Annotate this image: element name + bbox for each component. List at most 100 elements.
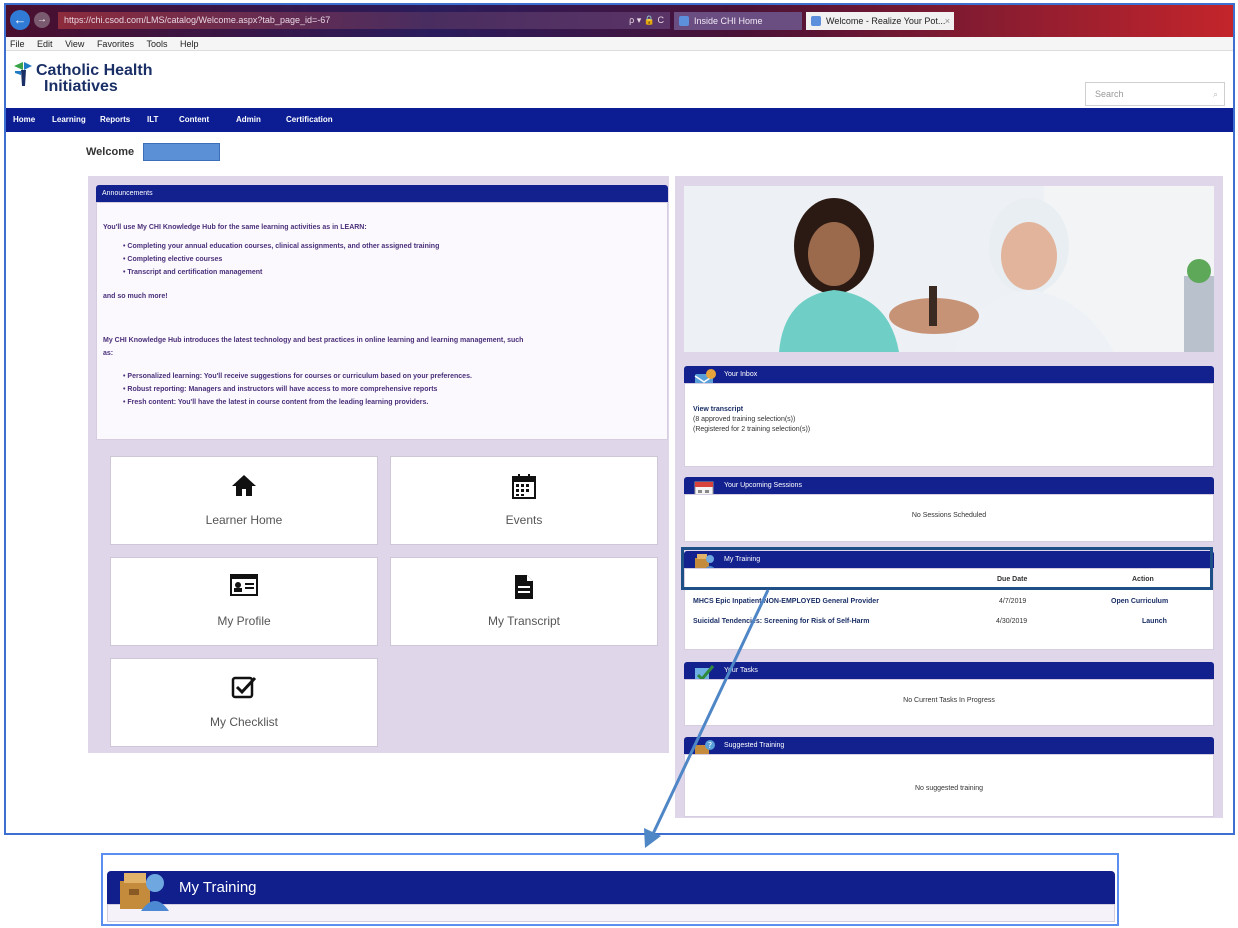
upcoming-sessions-body: No Sessions Scheduled [684,494,1214,542]
tab-favicon-icon [811,16,821,26]
home-icon [111,473,377,501]
tab-close-icon[interactable]: × [945,12,950,30]
list-item-text: Completing elective courses [127,256,223,263]
inbox-body: View transcript (8 approved training sel… [684,383,1214,467]
zoomed-callout: My Training [101,853,1119,926]
nav-home[interactable]: Home [13,108,35,132]
tile-my-checklist[interactable]: My Checklist [110,658,378,747]
svg-text:?: ? [708,741,712,750]
no-tasks-message: No Current Tasks In Progress [903,697,995,704]
tile-label: Events [505,513,543,527]
open-curriculum-link[interactable]: Open Curriculum [1111,598,1168,605]
address-url: https://chi.csod.com/LMS/catalog/Welcome… [64,15,331,25]
tile-my-profile[interactable]: My Profile [110,557,378,646]
tile-label: My Transcript [487,614,560,628]
menu-favorites[interactable]: Favorites [97,39,134,49]
launch-link[interactable]: Launch [1142,618,1167,625]
calendar-icon [391,473,657,501]
announcement-list-item: • Completing your annual education cours… [123,243,440,250]
training-title-link[interactable]: Suicidal Tendencies: Screening for Risk … [693,618,869,625]
logo-line-1: Catholic Health [36,62,153,79]
chi-logo-icon[interactable] [12,60,34,88]
nav-content[interactable]: Content [179,108,209,132]
inbox-registered: (Registered for 2 training selection(s)) [693,426,811,433]
announcement-more: and so much more! [103,293,168,300]
menu-file[interactable]: File [10,39,25,49]
site-logo[interactable]: Catholic Health Initiatives [36,63,152,95]
tile-label: My Profile [217,614,271,628]
browser-menubar: File Edit View Favorites Tools Help [6,37,1233,51]
list-item-text: Transcript and certification management [127,269,263,276]
announcements-header: Announcements [96,185,668,202]
zoomed-my-training-body [107,904,1115,922]
back-arrow-icon[interactable]: ← [10,10,30,30]
tile-label: Learner Home [205,513,283,527]
tile-label: My Checklist [209,715,278,729]
tab-inside-chi-home[interactable]: Inside CHI Home [674,12,802,30]
zoomed-training-icon [117,863,171,913]
screenshot-root: ← → https://chi.csod.com/LMS/catalog/Wel… [0,0,1238,928]
your-tasks-header: Your Tasks [684,662,1214,679]
suggested-training-body: No suggested training [684,754,1214,817]
list-item-text: Robust reporting: Managers and instructo… [127,386,438,393]
list-item-text: Personalized learning: You'll receive su… [127,373,472,380]
menu-tools[interactable]: Tools [146,39,167,49]
search-icon[interactable]: ⌕ [1213,83,1218,105]
zoomed-my-training-header: My Training [107,871,1115,904]
list-item-text: Completing your annual education courses… [127,243,440,250]
inbox-header: Your Inbox [684,366,1214,383]
menu-view[interactable]: View [65,39,84,49]
hero-image-caregiver-patient [684,186,1214,352]
list-item-text: Fresh content: You'll have the latest in… [127,399,429,406]
my-training-highlight-box [681,547,1213,590]
no-suggested-message: No suggested training [914,785,984,792]
logo-line-2: Initiatives [44,78,118,95]
nav-reports[interactable]: Reports [100,108,130,132]
tile-my-transcript[interactable]: My Transcript [390,557,658,646]
site-nav-bar: Home Learning Reports ILT Content Admin … [6,108,1233,132]
training-due-date: 4/30/2019 [996,618,1028,625]
nav-certification[interactable]: Certification [286,108,333,132]
table-row: MHCS Epic Inpatient NON-EMPLOYED General… [693,598,1213,610]
tab-label: Inside CHI Home [694,16,763,26]
announcement-para2-line1: My CHI Knowledge Hub introduces the late… [103,337,524,344]
tab-welcome[interactable]: Welcome - Realize Your Pot... × [806,12,954,30]
view-transcript-link[interactable]: View transcript [693,406,743,413]
announcement-list-item: • Completing elective courses [123,256,223,263]
nav-admin[interactable]: Admin [236,108,261,132]
table-row: Suicidal Tendencies: Screening for Risk … [693,618,1213,630]
forward-arrow-icon[interactable]: → [34,12,50,28]
no-sessions-message: No Sessions Scheduled [911,512,987,519]
tile-learner-home[interactable]: Learner Home [110,456,378,545]
address-tools[interactable]: ρ ▾ 🔒 C [629,12,664,29]
your-tasks-body: No Current Tasks In Progress [684,679,1214,726]
announcement-list-item: • Transcript and certification managemen… [123,269,263,276]
inbox-approved: (8 approved training selection(s)) [693,416,796,423]
id-card-icon [111,574,377,602]
announcement-list-item: • Personalized learning: You'll receive … [123,373,472,380]
site-header: Catholic Health Initiatives Search ⌕ [6,52,1233,108]
checkbox-icon [111,675,377,703]
announcement-para2-line2: as: [103,350,114,357]
announcements-body: You'll use My CHI Knowledge Hub for the … [96,202,668,440]
suggested-training-header: Suggested Training [684,737,1214,754]
training-title-link[interactable]: MHCS Epic Inpatient NON-EMPLOYED General… [693,598,879,605]
address-bar[interactable]: https://chi.csod.com/LMS/catalog/Welcome… [58,12,670,29]
welcome-heading: Welcome [86,146,135,158]
tab-label: Welcome - Realize Your Pot... [826,16,946,26]
announcement-list-item: • Robust reporting: Managers and instruc… [123,386,438,393]
nav-ilt[interactable]: ILT [147,108,158,132]
redacted-username [143,143,220,161]
announcement-list-item: • Fresh content: You'll have the latest … [123,399,429,406]
upcoming-sessions-header: Your Upcoming Sessions [684,477,1214,494]
menu-edit[interactable]: Edit [37,39,53,49]
tile-events[interactable]: Events [390,456,658,545]
search-placeholder: Search [1095,89,1124,99]
training-due-date: 4/7/2019 [999,598,1027,605]
menu-help[interactable]: Help [180,39,199,49]
nav-learning[interactable]: Learning [52,108,86,132]
document-icon [391,574,657,602]
search-input[interactable]: Search ⌕ [1085,82,1225,106]
tab-favicon-icon [679,16,689,26]
browser-titlebar: ← → https://chi.csod.com/LMS/catalog/Wel… [6,5,1233,37]
